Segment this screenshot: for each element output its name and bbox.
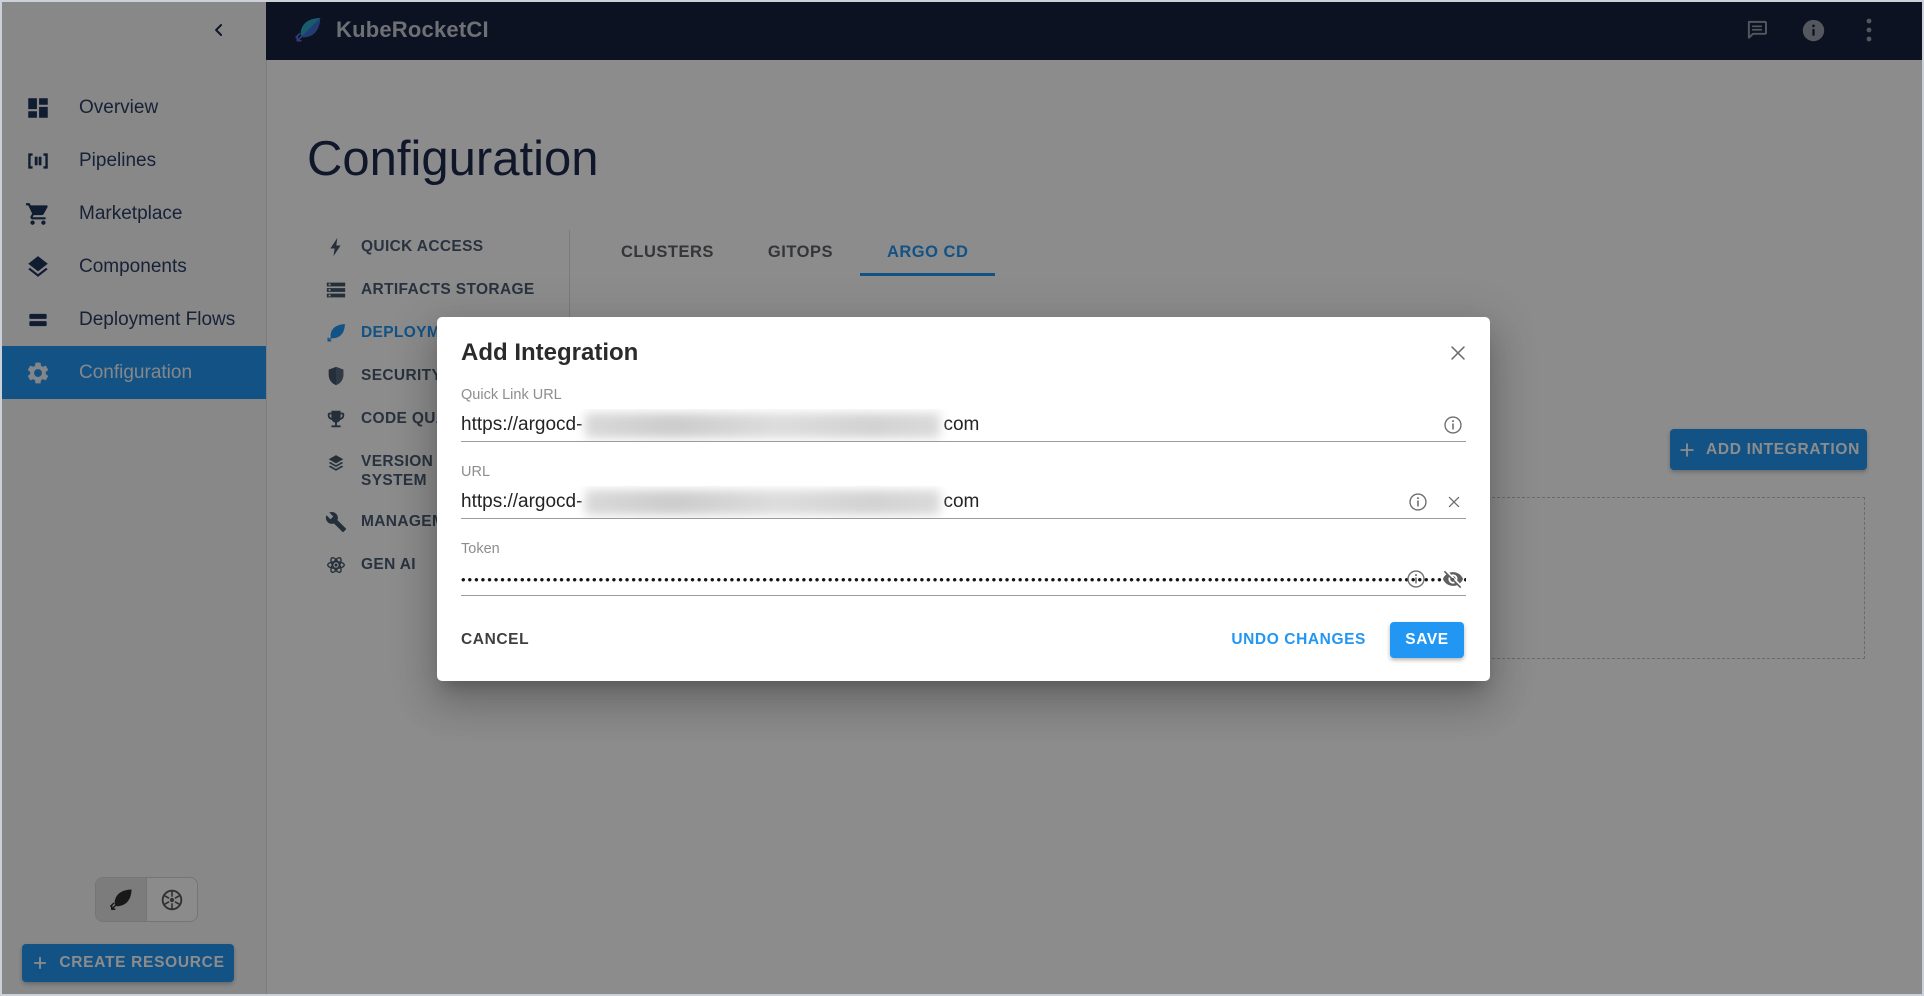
info-adornment-icon[interactable] (1407, 491, 1429, 513)
info-adornment-icon[interactable] (1405, 568, 1427, 590)
url-field: URL https://argocd- com (461, 464, 1466, 519)
url-prefix: https://argocd- (461, 414, 582, 436)
token-input[interactable]: ••••••••••••••••••••••••••••••••••••••••… (461, 563, 1466, 596)
add-integration-dialog: Add Integration Quick Link URL https://a… (437, 317, 1490, 681)
token-field: Token ••••••••••••••••••••••••••••••••••… (461, 541, 1466, 596)
info-adornment-icon[interactable] (1442, 414, 1464, 436)
dialog-close-button[interactable] (1442, 337, 1474, 369)
quick-link-url-field: Quick Link URL https://argocd- com (461, 387, 1466, 442)
close-icon (1447, 342, 1469, 364)
save-button[interactable]: SAVE (1390, 622, 1464, 658)
undo-changes-button[interactable]: UNDO CHANGES (1221, 623, 1376, 657)
redacted-url-segment (585, 490, 940, 515)
url-prefix: https://argocd- (461, 491, 582, 513)
url-suffix: com (943, 414, 979, 436)
redacted-url-segment (585, 413, 940, 438)
dialog-title: Add Integration (461, 339, 638, 367)
dialog-actions: CANCEL UNDO CHANGES SAVE (461, 622, 1464, 658)
quick-link-url-input[interactable]: https://argocd- com (461, 409, 1466, 442)
cancel-button[interactable]: CANCEL (451, 623, 539, 657)
field-label: URL (461, 464, 1466, 480)
clear-field-icon[interactable] (1444, 492, 1464, 512)
field-label: Quick Link URL (461, 387, 1466, 403)
url-suffix: com (943, 491, 979, 513)
field-label: Token (461, 541, 1466, 557)
url-input[interactable]: https://argocd- com (461, 486, 1466, 519)
visibility-off-icon[interactable] (1442, 568, 1464, 590)
